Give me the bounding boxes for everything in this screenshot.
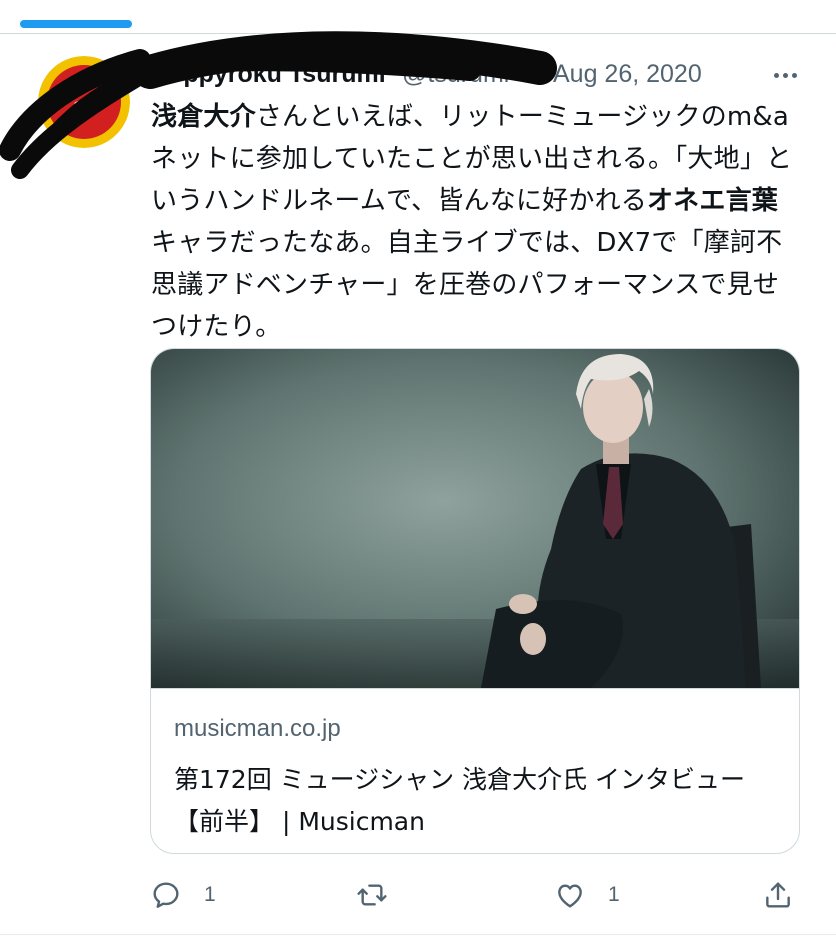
tweet-actions: 1 1 (150, 872, 810, 918)
card-image[interactable] (151, 349, 799, 688)
tweet-text-bold-run: オネエ言葉 (646, 186, 778, 216)
card-meta[interactable]: musicman.co.jp 第172回 ミュージシャン 浅倉大介氏 インタビュ… (151, 688, 799, 853)
card-photo (151, 349, 799, 688)
tweet-date[interactable]: Aug 26, 2020 (553, 60, 702, 89)
heart-icon (558, 884, 582, 908)
more-icon-dot (791, 72, 797, 78)
reply-button[interactable]: 1 (150, 872, 216, 918)
more-icon-dot (782, 72, 788, 78)
reply-icon (153, 882, 179, 908)
tweet-text-bold-run: 浅倉大介 (151, 102, 256, 132)
share-button[interactable] (762, 872, 794, 918)
tweet-text-run: キャラだったなあ。自主ライブでは、DX7で「摩訶不思議アドベンチャー」を圧巻のパ… (151, 228, 783, 342)
tweet-text: 浅倉大介さんといえば、リットーミュージックのm&aネットに参加していたことが思い… (151, 96, 801, 348)
retweet-button[interactable] (356, 872, 410, 918)
more-icon (773, 72, 779, 78)
bottom-divider (0, 934, 836, 935)
active-tab-indicator (20, 20, 132, 28)
card-domain: musicman.co.jp (174, 715, 341, 742)
share-icon (766, 882, 790, 908)
retweet-icon (357, 884, 387, 906)
link-card[interactable]: musicman.co.jp 第172回 ミュージシャン 浅倉大介氏 インタビュ… (150, 348, 800, 854)
more-options-button[interactable] (766, 62, 804, 88)
like-button[interactable]: 1 (554, 872, 620, 918)
like-count: 1 (608, 883, 620, 906)
card-title: 第172回 ミュージシャン 浅倉大介氏 インタビュー【前半】 | Musicma… (174, 765, 746, 836)
reply-count: 1 (204, 883, 216, 906)
